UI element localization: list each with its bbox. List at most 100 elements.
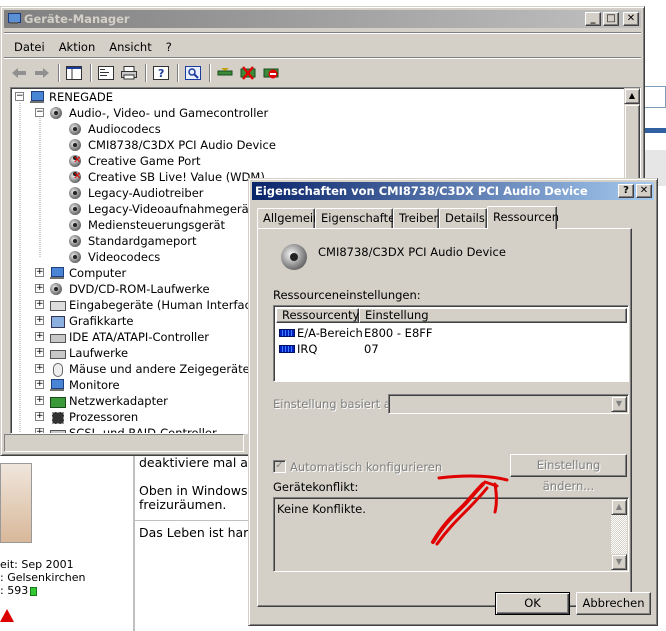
conflict-scrollbar[interactable]: ▲ ▼ xyxy=(611,499,627,570)
tree-item-legacy-video[interactable]: Legacy-Videoaufnahmegerät xyxy=(68,201,253,217)
tree-category-ide[interactable]: IDE ATA/ATAPI-Controller xyxy=(49,329,209,345)
tree-item-videocodecs[interactable]: Videocodecs xyxy=(68,249,160,265)
profile-posts: : 593 xyxy=(0,584,38,597)
based-on-select[interactable]: ▼ xyxy=(388,394,629,414)
resource-row[interactable]: E/A-Bereich xyxy=(279,325,363,341)
menu-help[interactable]: ? xyxy=(159,40,179,54)
disabled-device-icon xyxy=(68,154,84,168)
disable-icon[interactable] xyxy=(262,64,280,82)
expander-network[interactable]: + xyxy=(35,396,44,405)
based-on-label: Einstellung basiert auf: xyxy=(273,397,406,411)
expander-display[interactable]: + xyxy=(35,316,44,325)
tree-category-display[interactable]: Grafikkarte xyxy=(49,313,133,329)
properties-titlebar[interactable]: Eigenschaften von CMI8738/C3DX PCI Audio… xyxy=(252,182,654,200)
tree-root[interactable]: RENEGADE xyxy=(29,89,113,105)
close-button[interactable]: ✕ xyxy=(636,184,652,198)
tree-category-label: IDE ATA/ATAPI-Controller xyxy=(69,330,210,344)
window-title: Geräte-Manager xyxy=(24,12,130,26)
menu-ansicht[interactable]: Ansicht xyxy=(102,40,158,54)
tree-category-label: Mäuse und andere Zeigegeräte xyxy=(69,362,250,376)
profile-joined: eit: Sep 2001 xyxy=(0,558,74,571)
tree-category-network[interactable]: Netzwerkadapter xyxy=(49,393,168,409)
tab-ressourcen[interactable]: Ressourcen xyxy=(487,206,559,229)
tree-root-label: RENEGADE xyxy=(49,90,114,104)
monitor-icon xyxy=(49,378,65,392)
tab-allgemein[interactable]: Allgemein xyxy=(257,208,320,228)
scan-hardware-icon[interactable] xyxy=(184,64,202,82)
avatar xyxy=(0,463,32,543)
back-icon[interactable] xyxy=(10,64,28,82)
tree-item-audiocodecs[interactable]: Audiocodecs xyxy=(68,121,161,137)
cancel-button[interactable]: Abbrechen xyxy=(576,592,651,615)
console-tree-icon[interactable] xyxy=(65,64,83,82)
divider xyxy=(209,63,211,82)
divider xyxy=(145,63,147,82)
scroll-up-button[interactable]: ▲ xyxy=(624,88,640,104)
dialog-title: Eigenschaften von CMI8738/C3DX PCI Audio… xyxy=(255,184,588,198)
maximize-button[interactable]: □ xyxy=(603,12,619,26)
computer-icon xyxy=(49,266,65,280)
expander-mice[interactable]: + xyxy=(35,364,44,373)
tree-category-dvd[interactable]: DVD/CD-ROM-Laufwerke xyxy=(49,281,210,297)
resource-row[interactable]: IRQ xyxy=(279,341,317,357)
conflict-textbox[interactable]: Keine Konflikte. ▲ ▼ xyxy=(273,497,629,572)
uninstall-icon[interactable] xyxy=(239,64,257,82)
expander-drives[interactable]: + xyxy=(35,348,44,357)
resource-type: E/A-Bereich xyxy=(297,326,363,340)
tree-category-mice[interactable]: Mäuse und andere Zeigegeräte xyxy=(49,361,250,377)
properties-icon[interactable] xyxy=(97,64,115,82)
expander-ide[interactable]: + xyxy=(35,332,44,341)
column-header-setting[interactable]: Einstellung xyxy=(359,308,627,323)
help-button[interactable]: ? xyxy=(618,184,634,198)
device-manager-titlebar[interactable]: Geräte-Manager _ □ ✕ xyxy=(4,10,641,28)
menu-bar: Datei Aktion Ansicht ? xyxy=(4,37,641,57)
status-cell xyxy=(4,434,244,452)
tree-category-monitors[interactable]: Monitore xyxy=(49,377,120,393)
tab-details[interactable]: Details xyxy=(439,208,487,228)
expander-monitors[interactable]: + xyxy=(35,380,44,389)
tree-item-label: Mediensteuerungsgerät xyxy=(88,218,226,232)
change-setting-button[interactable]: Einstellung ändern... xyxy=(510,454,627,493)
expander-dvd[interactable]: + xyxy=(35,284,44,293)
menu-aktion[interactable]: Aktion xyxy=(52,40,103,54)
resources-list[interactable]: Ressourcentyp Einstellung E/A-Bereich E8… xyxy=(273,305,629,382)
sound-device-icon xyxy=(68,122,84,136)
tree-item-cmi8738[interactable]: CMI8738/C3DX PCI Audio Device xyxy=(68,137,276,153)
expander-audio[interactable]: − xyxy=(35,108,44,117)
help-icon[interactable]: ? xyxy=(152,64,170,82)
print-icon[interactable] xyxy=(120,64,138,82)
tab-eigenschaften[interactable]: Eigenschaften xyxy=(315,208,403,228)
scroll-down-button[interactable]: ▼ xyxy=(611,554,627,570)
close-button[interactable]: ✕ xyxy=(623,12,639,26)
scroll-up-button[interactable]: ▲ xyxy=(611,499,627,515)
update-driver-icon[interactable] xyxy=(216,64,234,82)
tree-item-sb-live[interactable]: Creative SB Live! Value (WDM) xyxy=(68,169,265,185)
sound-device-icon xyxy=(68,234,84,248)
ok-button[interactable]: OK xyxy=(495,592,570,615)
tree-category-processors[interactable]: Prozessoren xyxy=(49,409,138,425)
column-header-type[interactable]: Ressourcentyp xyxy=(276,308,367,323)
tree-category-scsi[interactable]: SCSI- und RAID-Controller xyxy=(49,425,217,433)
expander-computer[interactable]: + xyxy=(35,268,44,277)
scsi-controller-icon xyxy=(49,426,66,433)
expander-hid[interactable]: + xyxy=(35,300,44,309)
device-manager-icon[interactable] xyxy=(7,13,21,25)
tree-item-legacy-audio[interactable]: Legacy-Audiotreiber xyxy=(68,185,204,201)
divider xyxy=(177,63,179,82)
expander-processors[interactable]: + xyxy=(35,412,44,421)
tree-category-computer[interactable]: Computer xyxy=(49,265,126,281)
forward-icon[interactable] xyxy=(33,64,51,82)
tree-category-label: Audio-, Video- und Gamecontroller xyxy=(69,106,269,120)
chevron-down-icon[interactable]: ▼ xyxy=(611,396,627,412)
tree-item-standard-gameport[interactable]: Standardgameport xyxy=(68,233,197,249)
tree-item-media-control[interactable]: Mediensteuerungsgerät xyxy=(68,217,225,233)
minimize-button[interactable]: _ xyxy=(585,12,601,26)
divider xyxy=(90,63,92,82)
tab-treiber[interactable]: Treiber xyxy=(393,208,439,228)
tree-item-creative-game-port[interactable]: Creative Game Port xyxy=(68,153,201,169)
tree-category-audio[interactable]: Audio-, Video- und Gamecontroller xyxy=(49,105,268,121)
menu-datei[interactable]: Datei xyxy=(7,40,52,54)
expander-root[interactable]: − xyxy=(15,92,24,101)
tree-category-drives[interactable]: Laufwerke xyxy=(49,345,128,361)
auto-config-checkbox[interactable]: ✓ xyxy=(273,460,286,473)
